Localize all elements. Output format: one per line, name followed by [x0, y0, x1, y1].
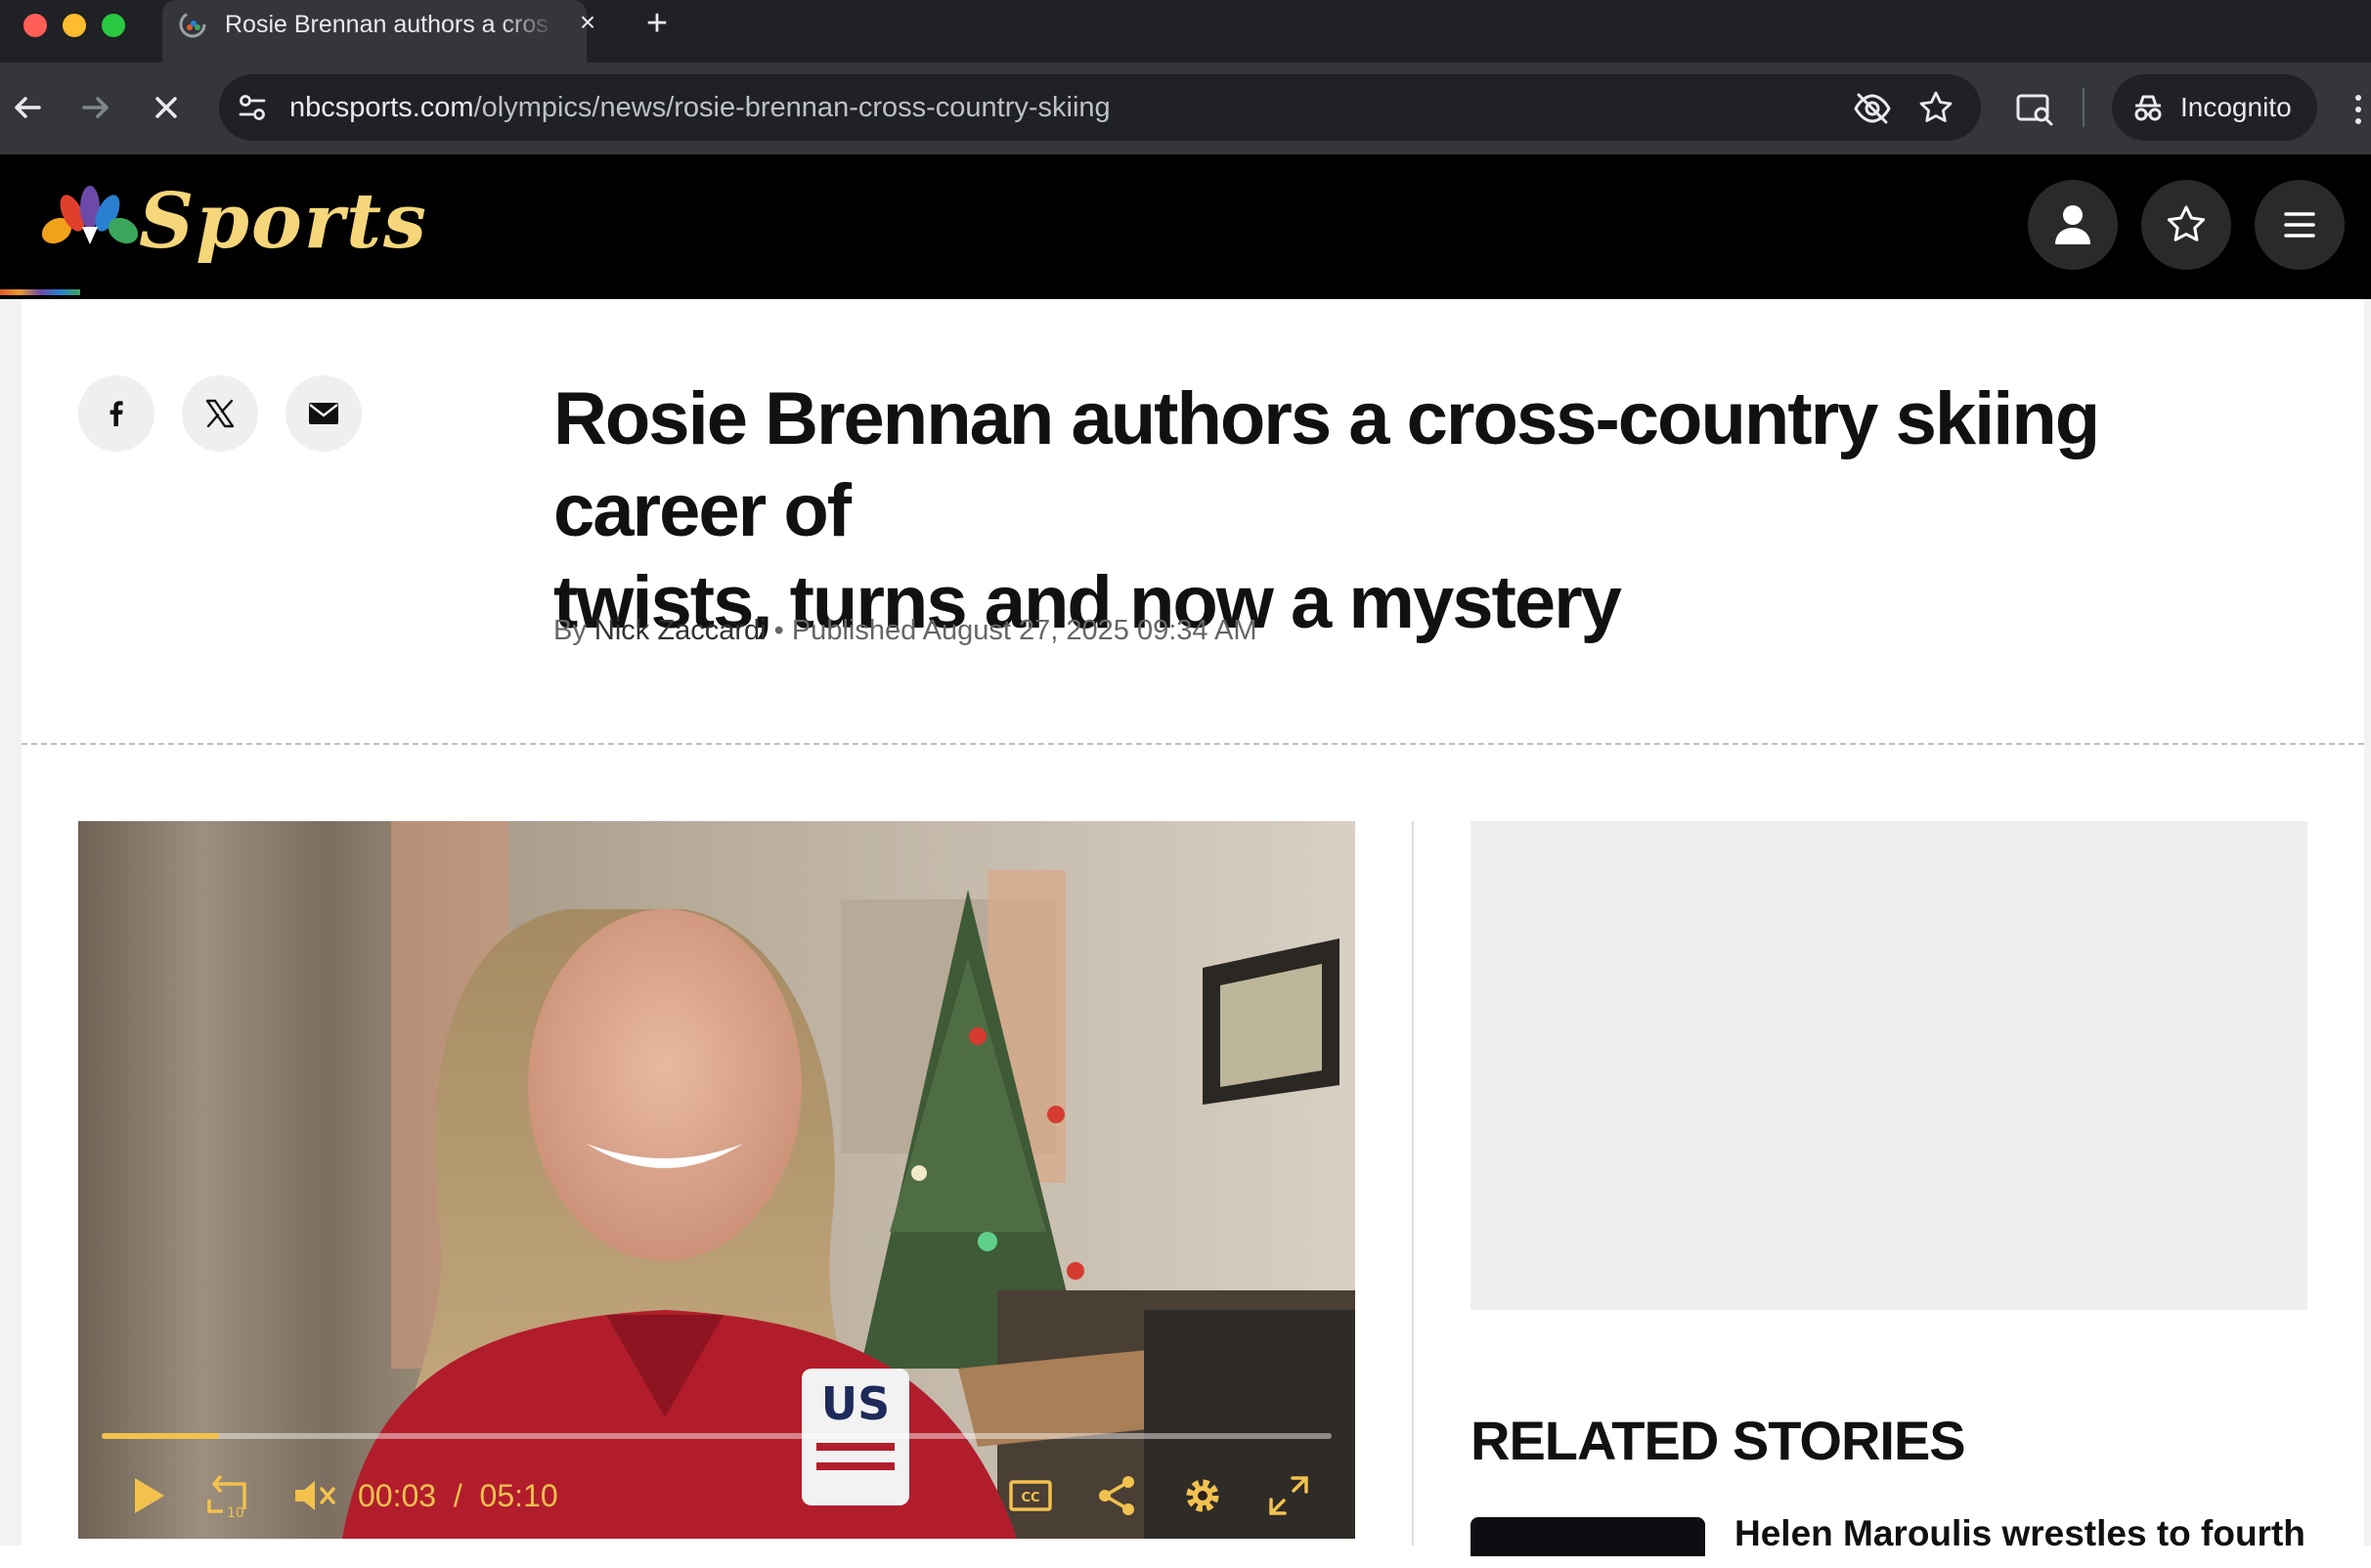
video-player[interactable]: US [78, 821, 1355, 1539]
cast-search-icon[interactable] [2014, 88, 2055, 129]
closed-captions-icon[interactable]: CC [1007, 1470, 1054, 1521]
url-domain: nbcsports.com [289, 92, 474, 123]
browser-menu-kebab-icon[interactable] [2349, 90, 2368, 129]
video-progress-fill [102, 1433, 219, 1439]
new-tab-button[interactable]: + [637, 2, 677, 45]
page-gutter-right [2364, 299, 2371, 1546]
window-zoom-button[interactable] [102, 14, 125, 37]
nbc-peacock-favicon-icon [179, 11, 206, 38]
article-headline: Rosie Brennan authors a cross-country sk… [553, 373, 2313, 649]
section-divider [22, 743, 2364, 745]
svg-text:US: US [821, 1377, 890, 1430]
window-close-button[interactable] [23, 14, 47, 37]
facebook-icon [110, 401, 123, 426]
url-path: /olympics/news/rosie-brennan-cross-count… [473, 92, 1111, 123]
loading-rainbow-bar [0, 289, 80, 295]
hamburger-menu-icon [2284, 212, 2315, 238]
tab-close-button[interactable]: × [571, 6, 604, 39]
published-date: Published August 27, 2025 09:34 AM [791, 615, 1257, 646]
back-arrow-icon[interactable] [4, 84, 51, 131]
article-byline: By Nick Zaccardi • Published August 27, … [553, 610, 1256, 651]
window-minimize-button[interactable] [63, 14, 86, 37]
byline-prefix: By [553, 615, 594, 646]
forward-arrow-icon[interactable] [72, 84, 119, 131]
x-twitter-icon [205, 399, 235, 428]
play-icon[interactable] [123, 1470, 174, 1521]
mute-speaker-icon[interactable] [289, 1470, 340, 1521]
related-story-title[interactable]: Helen Maroulis wrestles to fourth [1734, 1509, 2370, 1568]
email-envelope-icon [309, 403, 338, 424]
site-settings-tune-icon[interactable] [235, 90, 270, 125]
related-stories-heading: RELATED STORIES [1471, 1410, 1966, 1471]
incognito-label: Incognito [2180, 92, 2292, 122]
headline-line-1: Rosie Brennan authors a cross-country sk… [553, 377, 2100, 552]
video-progress-track[interactable] [102, 1433, 1332, 1439]
incognito-icon [2134, 95, 2162, 121]
rewind-10-icon[interactable]: 10 [203, 1470, 256, 1521]
eye-slash-tracking-icon[interactable] [1852, 88, 1893, 129]
related-story-thumbnail[interactable] [1471, 1517, 1705, 1556]
share-icon[interactable] [1091, 1470, 1142, 1521]
stop-loading-icon[interactable] [143, 84, 190, 131]
column-divider [1412, 821, 1414, 1546]
cc-label: CC [1021, 1491, 1039, 1505]
user-icon [2055, 205, 2090, 244]
video-time-display: 00:03 / 05:10 [358, 1472, 558, 1519]
page-gutter-left [0, 299, 22, 1546]
bookmark-star-icon[interactable] [1916, 88, 1955, 127]
byline-separator: • [766, 615, 792, 646]
rewind-seconds-label: 10 [227, 1505, 244, 1521]
settings-gear-icon[interactable] [1177, 1470, 1228, 1521]
fullscreen-expand-icon[interactable] [1263, 1470, 1314, 1521]
star-outline-icon [2167, 205, 2206, 241]
duration: 05:10 [479, 1478, 558, 1513]
video-frame-image: US [78, 821, 1355, 1539]
url-text[interactable]: nbcsports.com/olympics/news/rosie-brenna… [289, 86, 1111, 129]
current-time: 00:03 [358, 1478, 437, 1513]
toolbar-divider [2083, 88, 2085, 127]
author-link[interactable]: Nick Zaccardi [594, 615, 767, 646]
sports-logo-wordmark[interactable]: Sports [139, 168, 428, 276]
advertisement-placeholder [1471, 821, 2307, 1310]
nbc-peacock-logo-icon[interactable] [39, 184, 141, 252]
time-separator: / [453, 1478, 462, 1513]
tab-title-fade [499, 8, 557, 41]
